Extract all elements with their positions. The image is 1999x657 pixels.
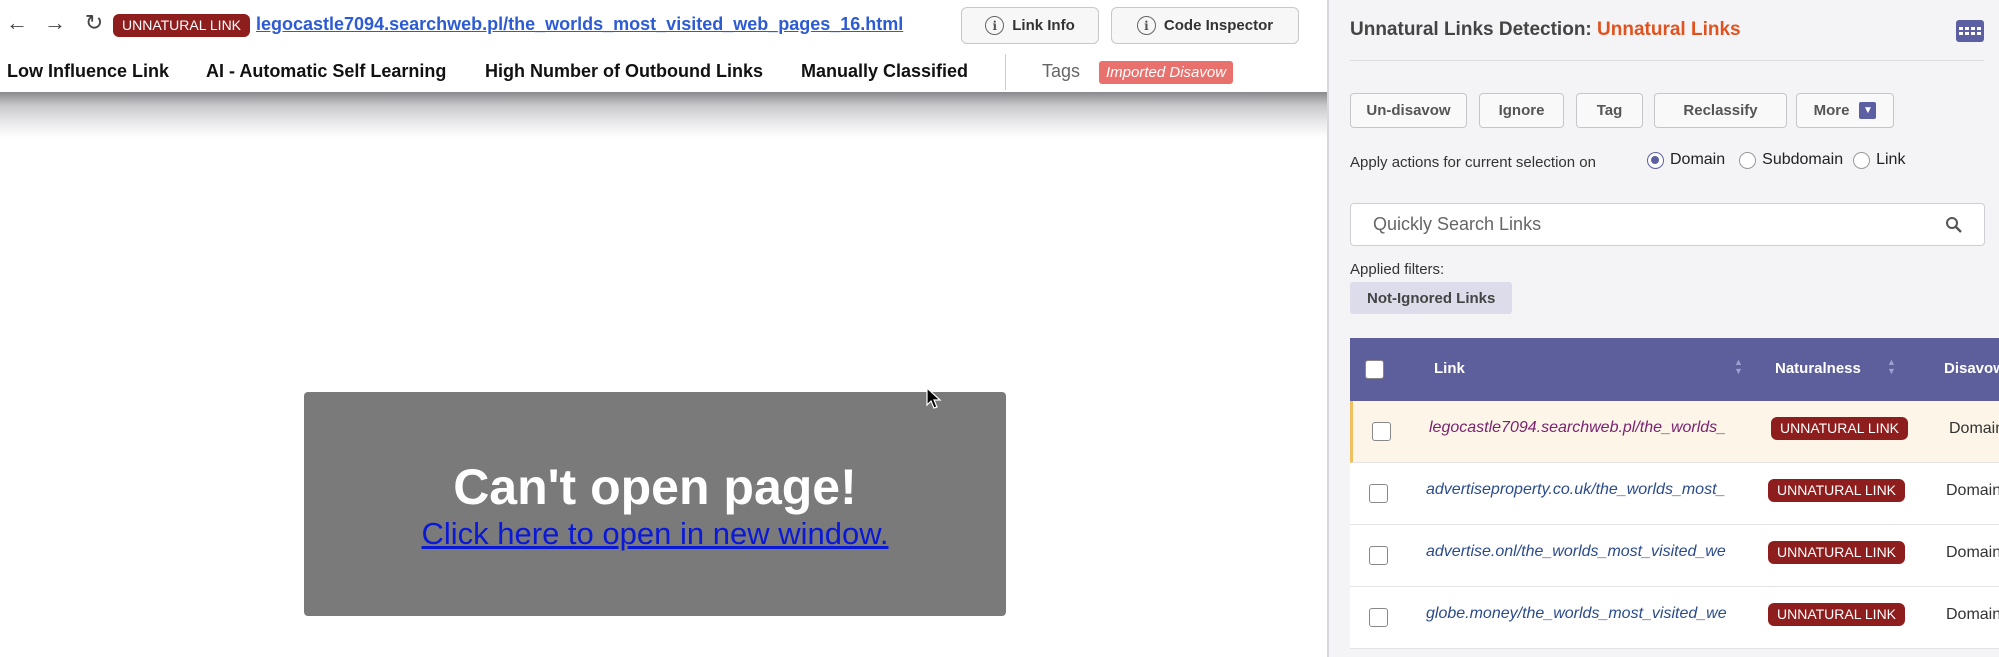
ignore-button[interactable]: Ignore	[1479, 93, 1564, 128]
app-root: ← → ↻ UNNATURAL LINK legocastle7094.sear…	[0, 0, 1999, 657]
tag-manually-classified: Manually Classified	[801, 61, 969, 81]
filter-chip-not-ignored[interactable]: Not-Ignored Links	[1350, 282, 1513, 314]
table-row[interactable]: advertise.onl/the_worlds_most_visited_we…	[1350, 525, 1999, 587]
url-naturalness-badge: UNNATURAL LINK	[113, 14, 251, 37]
row-checkbox[interactable]	[1369, 484, 1388, 503]
code-inspector-button[interactable]: i Code Inspector	[1111, 7, 1299, 44]
naturalness-badge: UNNATURAL LINK	[1771, 417, 1909, 440]
row-link[interactable]: advertiseproperty.co.uk/the_worlds_most_	[1426, 481, 1736, 499]
tags-label: Tags	[1042, 61, 1081, 81]
sort-icon[interactable]: ▲ ▼	[1734, 358, 1743, 376]
sort-icon[interactable]: ▲ ▼	[1887, 358, 1896, 376]
browser-toolbar: ← → ↻ UNNATURAL LINK legocastle7094.sear…	[0, 0, 1327, 50]
row-link[interactable]: advertise.onl/the_worlds_most_visited_we	[1426, 543, 1736, 561]
radio-domain[interactable]: Domain	[1647, 151, 1725, 169]
more-button[interactable]: More ▼	[1796, 93, 1894, 128]
divider	[1350, 60, 1984, 61]
radio-unchecked-icon	[1853, 151, 1871, 169]
code-inspector-label: Code Inspector	[1163, 17, 1274, 34]
toolbar-shadow	[0, 92, 1327, 138]
radio-checked-icon	[1647, 151, 1664, 169]
naturalness-badge: UNNATURAL LINK	[1768, 603, 1906, 626]
error-title: Can't open page!	[453, 459, 857, 515]
radio-subdomain-label: Subdomain	[1762, 151, 1844, 168]
apply-actions-label: Apply actions for current selection on	[1350, 154, 1596, 171]
tag-button[interactable]: Tag	[1576, 93, 1643, 128]
row-link[interactable]: legocastle7094.searchweb.pl/the_worlds_	[1429, 419, 1739, 437]
divider	[1005, 54, 1006, 90]
search-icon[interactable]	[1945, 216, 1962, 233]
panel-title: Unnatural Links Detection: Unnatural Lin…	[1350, 19, 1741, 41]
link-info-button[interactable]: i Link Info	[961, 7, 1099, 44]
imported-disavow-badge: Imported Disavow	[1099, 61, 1234, 84]
radio-domain-label: Domain	[1670, 151, 1726, 168]
reload-icon[interactable]: ↻	[81, 8, 107, 38]
chevron-down-icon: ▼	[1859, 102, 1877, 119]
undisavow-button[interactable]: Un-disavow	[1350, 93, 1467, 128]
radio-link[interactable]: Link	[1853, 151, 1905, 169]
naturalness-badge: UNNATURAL LINK	[1768, 541, 1906, 564]
link-info-label: Link Info	[1012, 17, 1075, 34]
row-checkbox[interactable]	[1369, 608, 1388, 627]
detection-panel: Unnatural Links Detection: Unnatural Lin…	[1329, 0, 1999, 657]
error-message-box: Can't open page! Click here to open in n…	[304, 392, 1006, 616]
info-icon: i	[1136, 16, 1156, 35]
table-header: Link ▲ ▼ Naturalness ▲ ▼ Disavow	[1350, 338, 1999, 401]
more-label: More	[1813, 102, 1850, 119]
column-link-header[interactable]: Link	[1434, 360, 1465, 377]
row-disavow: Domain	[1946, 482, 1999, 499]
current-url-link[interactable]: legocastle7094.searchweb.pl/the_worlds_m…	[256, 14, 903, 35]
select-all-checkbox[interactable]	[1365, 360, 1384, 379]
column-naturalness-header[interactable]: Naturalness	[1775, 360, 1861, 377]
info-icon: i	[985, 16, 1005, 35]
apply-scope-radio-group: Domain Subdomain Link	[1647, 151, 1911, 169]
keyboard-icon[interactable]	[1956, 20, 1984, 42]
tag-high-outbound: High Number of Outbound Links	[485, 61, 763, 81]
radio-unchecked-icon	[1739, 151, 1757, 169]
tag-low-influence: Low Influence Link	[7, 61, 170, 81]
open-new-window-link[interactable]: Click here to open in new window.	[304, 516, 1006, 552]
radio-subdomain[interactable]: Subdomain	[1739, 151, 1843, 169]
panel-title-prefix: Unnatural Links Detection:	[1350, 19, 1592, 40]
tag-ai-self-learning: AI - Automatic Self Learning	[206, 61, 447, 81]
panel-title-accent: Unnatural Links	[1597, 19, 1741, 40]
row-disavow: Domain	[1949, 420, 1999, 437]
search-placeholder: Quickly Search Links	[1373, 214, 1542, 234]
table-row[interactable]: advertiseproperty.co.uk/the_worlds_most_…	[1350, 463, 1999, 525]
reclassify-button[interactable]: Reclassify	[1654, 93, 1787, 128]
naturalness-badge: UNNATURAL LINK	[1768, 479, 1906, 502]
links-table: Link ▲ ▼ Naturalness ▲ ▼ Disavow legocastl…	[1350, 338, 1999, 649]
row-disavow: Domain	[1946, 606, 1999, 623]
mouse-cursor-icon	[926, 387, 942, 409]
row-link[interactable]: globe.money/the_worlds_most_visited_we	[1426, 605, 1736, 623]
arrow-right-icon[interactable]: →	[42, 8, 68, 38]
table-row[interactable]: legocastle7094.searchweb.pl/the_worlds_ …	[1350, 401, 1999, 463]
radio-link-label: Link	[1876, 151, 1906, 168]
column-disavow-header[interactable]: Disavow	[1944, 360, 1999, 377]
search-input[interactable]: Quickly Search Links	[1350, 203, 1985, 246]
applied-filters-label: Applied filters:	[1350, 261, 1445, 278]
row-checkbox[interactable]	[1369, 546, 1388, 565]
page-preview-pane: ← → ↻ UNNATURAL LINK legocastle7094.sear…	[0, 0, 1327, 657]
arrow-left-icon[interactable]: ←	[4, 8, 30, 38]
row-disavow: Domain	[1946, 544, 1999, 561]
table-row[interactable]: globe.money/the_worlds_most_visited_we U…	[1350, 587, 1999, 649]
row-checkbox[interactable]	[1372, 422, 1391, 441]
